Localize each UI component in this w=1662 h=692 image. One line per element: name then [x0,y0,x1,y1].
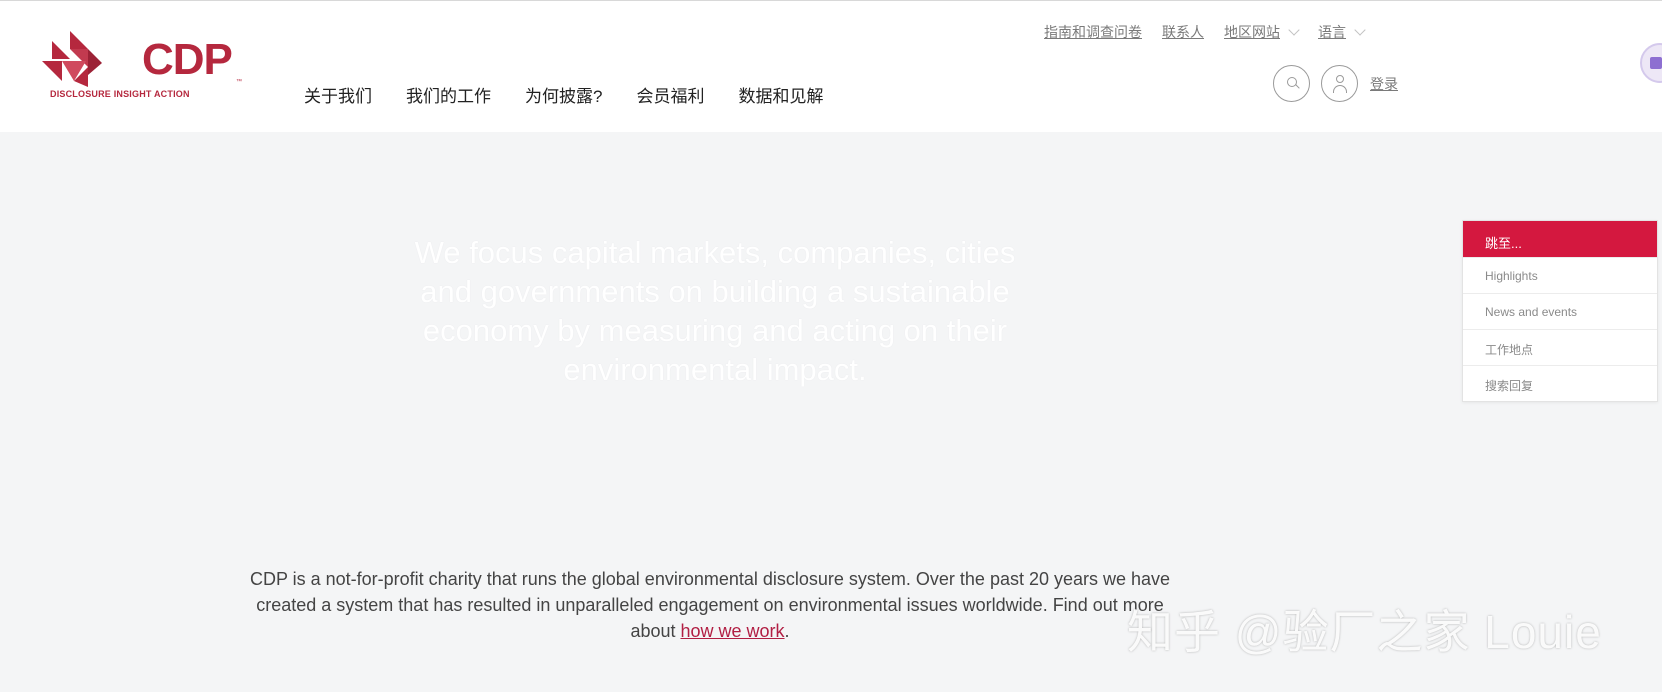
nav-item-about[interactable]: 关于我们 [304,82,372,107]
watermark: 知乎 @验厂之家 Louie [1127,606,1602,658]
login-link[interactable]: 登录 [1370,74,1398,94]
nav-item-why-disclose[interactable]: 为何披露? [525,82,602,107]
browser-extension-icon[interactable] [1640,43,1662,83]
logo-trademark: ™ [236,79,242,85]
util-link-guides[interactable]: 指南和调查问卷 [1044,22,1142,42]
about-paragraph: CDP is a not-for-profit charity that run… [240,566,1180,644]
user-icon-body [1333,85,1347,93]
jump-link-search-responses[interactable]: 搜索回复 [1463,365,1657,401]
hero-statement: We focus capital markets, companies, cit… [414,235,1016,387]
about-suffix: . [784,621,790,641]
main-nav: 关于我们 我们的工作 为何披露? 会员福利 数据和见解 [304,82,823,107]
util-link-language-label: 语言 [1318,24,1346,40]
utility-nav: 指南和调查问卷 联系人 地区网站 语言 [1044,22,1366,42]
jump-to-title[interactable]: 跳至... [1463,221,1657,257]
nav-item-member-benefits[interactable]: 会员福利 [636,82,704,107]
jump-to-panel: 跳至... Highlights News and events 工作地点 搜索… [1462,220,1658,402]
nav-item-our-work[interactable]: 我们的工作 [406,82,491,107]
logo-wordmark: CDP [142,35,233,84]
site-header: CDP ™ DISCLOSURE INSIGHT ACTION 指南和调查问卷 … [0,0,1662,132]
jump-link-highlights[interactable]: Highlights [1463,257,1657,293]
jump-link-locations[interactable]: 工作地点 [1463,329,1657,365]
extension-glyph [1650,57,1662,69]
util-link-region[interactable]: 地区网站 [1224,22,1300,42]
cdp-logo[interactable]: CDP ™ DISCLOSURE INSIGHT ACTION [42,31,242,103]
nav-item-data-insights[interactable]: 数据和见解 [738,82,823,107]
jump-link-news-events[interactable]: News and events [1463,293,1657,329]
util-link-contact[interactable]: 联系人 [1162,22,1204,42]
account-button[interactable] [1321,65,1358,102]
util-link-language[interactable]: 语言 [1318,22,1366,42]
search-icon-handle [1295,84,1300,89]
chevron-down-icon [1288,23,1300,36]
logo-tagline: DISCLOSURE INSIGHT ACTION [50,89,190,99]
user-icon [1336,75,1344,83]
how-we-work-link[interactable]: how we work [680,621,784,641]
chevron-down-icon [1354,23,1366,36]
cdp-logo-mark-icon [42,31,102,87]
search-button[interactable] [1273,65,1310,102]
util-link-region-label: 地区网站 [1224,24,1280,40]
